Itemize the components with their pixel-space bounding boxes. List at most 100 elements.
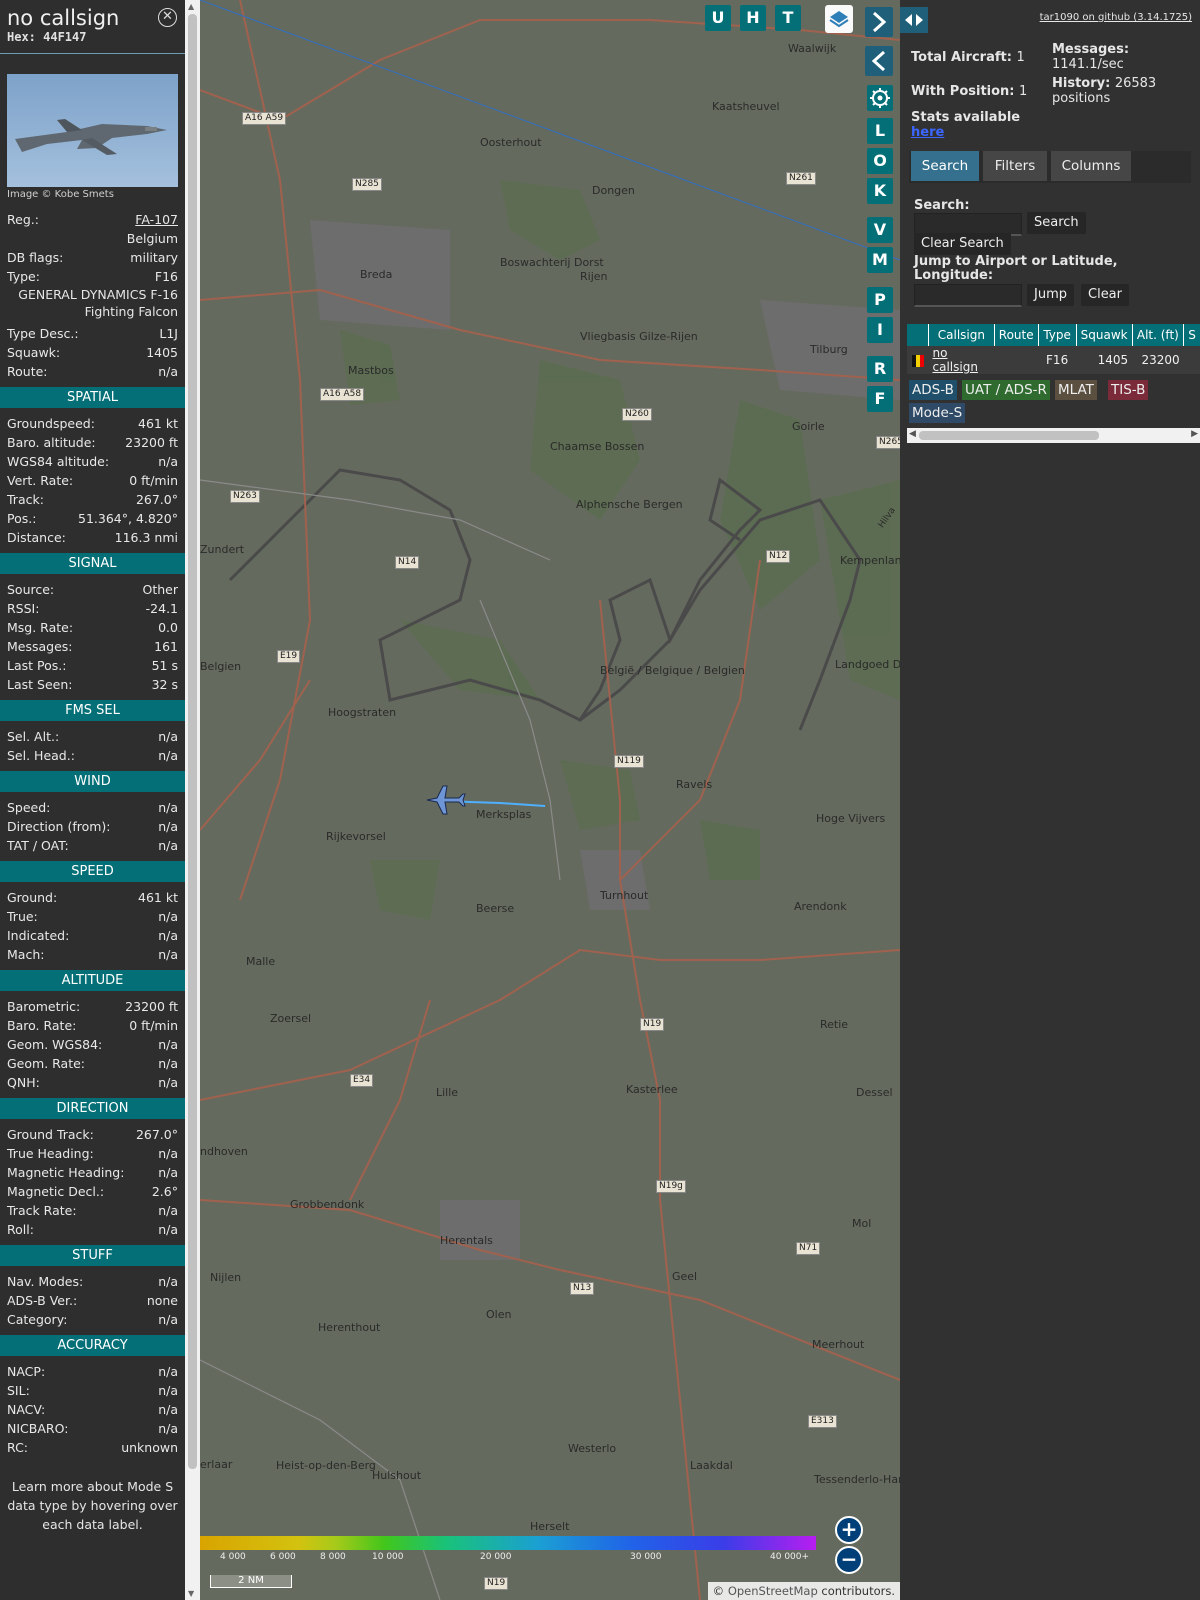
info-value: none [146,1293,178,1308]
scroll-left-icon[interactable]: ◀ [909,429,916,439]
map-button-o[interactable]: O [867,148,893,174]
info-row-mach: Mach: n/a [0,945,185,964]
col-altitude[interactable]: Alt. (ft) [1132,324,1185,346]
map-button-v[interactable]: V [867,217,893,243]
map-place-zoersel: Zoersel [270,1012,312,1025]
info-label: Track Rate: [7,1203,77,1218]
scroll-up-icon[interactable]: ▲ [188,2,194,11]
info-value: 2.6° [151,1184,178,1199]
info-row-rc: RC: unknown [0,1438,185,1457]
scroll-down-icon[interactable]: ▼ [188,1589,194,1598]
map-place-turnhout: Turnhout [600,889,649,902]
info-row-true: True: n/a [0,907,185,926]
info-value: -24.1 [145,601,178,616]
messages-rate: 1141.1/sec [1052,57,1124,72]
info-label: SIL: [7,1383,30,1398]
table-row[interactable]: no callsign F16 1405 23200 [907,346,1200,374]
selected-callsign: no callsign [7,6,120,30]
map-place-tessenderlo-ham: Tessenderlo-Ham [814,1473,900,1486]
info-label: ADS-B Ver.: [7,1293,78,1308]
info-row-type-desc: Type Desc.: L1J [0,324,185,343]
toolbar-button-t[interactable]: T [775,5,801,31]
scroll-right-icon[interactable]: ▶ [1191,429,1198,439]
col-flag[interactable] [907,324,929,346]
tab-columns[interactable]: Columns [1051,151,1131,181]
expand-arrows-button[interactable] [900,7,928,33]
info-label: Groundspeed: [7,416,95,431]
expand-right-button[interactable] [865,7,893,37]
info-row-sil: SIL: n/a [0,1381,185,1400]
map-place-mol: Mol [852,1217,872,1230]
table-scrollbar[interactable]: ◀ ▶ [907,428,1200,443]
info-value: 23200 ft [125,435,178,450]
zoom-out-button[interactable]: − [835,1546,863,1574]
map-place-retie: Retie [820,1018,849,1031]
clear-button[interactable]: Clear [1081,284,1129,306]
map-button-l[interactable]: L [867,118,893,144]
search-button[interactable]: Search [1027,212,1086,234]
road-sign-e19: E19 [277,650,301,663]
map-button-m[interactable]: M [867,247,893,273]
jump-input[interactable] [914,284,1022,307]
collapse-left-button[interactable] [865,46,893,76]
registration-link[interactable]: FA-107 [135,210,178,229]
github-link[interactable]: tar1090 on github (3.14.1725) [1040,12,1192,23]
info-label: True: [7,909,38,924]
map-view[interactable]: Waalwijk Kaatsheuvel Oosterhout Dongen Breda… [200,0,900,1600]
info-label: Type: [7,269,40,284]
info-label: Msg. Rate: [7,620,74,635]
table-scroll-thumb[interactable] [919,431,1099,440]
tab-search[interactable]: Search [911,151,979,181]
row-callsign[interactable]: no callsign [928,346,995,374]
col-speed[interactable]: S [1183,324,1200,346]
col-squawk[interactable]: Squawk [1076,324,1133,346]
section-header-wind: WIND [0,771,185,792]
road-sign-n14: N14 [395,556,420,569]
info-value: L1J [159,326,178,341]
toolbar-button-u[interactable]: U [705,5,731,31]
aircraft-marker-icon[interactable] [426,785,466,815]
col-type[interactable]: Type [1038,324,1077,346]
settings-button[interactable] [867,85,893,111]
col-callsign[interactable]: Callsign [928,324,995,346]
stats-link[interactable]: here [911,125,944,140]
map-button-r[interactable]: R [867,356,893,382]
aircraft-photo[interactable] [7,74,178,187]
info-value: Belgium [126,231,178,246]
info-scrollbar[interactable]: ▲ ▼ [185,0,200,1600]
info-row-vert-rate: Vert. Rate: 0 ft/min [0,471,185,490]
aircraft-info-panel: no callsign Hex: 44F147 ✕ Image © Kobe S… [0,0,185,1600]
with-position-label: With Position: [911,84,1015,99]
map-place-laakdal: Laakdal [690,1459,733,1472]
close-icon[interactable]: ✕ [158,8,177,27]
info-label: Track: [7,492,44,507]
map-button-f[interactable]: F [867,386,893,412]
info-row-groundspeed: Groundspeed: 461 kt [0,414,185,433]
info-value: n/a [158,1364,178,1379]
aircraft-table: Callsign Route Type Squawk Alt. (ft) S n… [907,324,1200,374]
info-value: 267.0° [135,1127,178,1142]
map-button-p[interactable]: P [867,287,893,313]
road-sign-n260: N260 [622,408,652,421]
zoom-in-button[interactable]: + [835,1516,863,1544]
history-label: History: [1052,76,1111,91]
info-label: Direction (from): [7,819,111,834]
map-place-herselt: Herselt [530,1520,570,1533]
clear-search-button[interactable]: Clear Search [914,233,1011,255]
stats-available: Stats available here [911,110,1020,140]
scroll-thumb[interactable] [188,14,197,1469]
info-value: n/a [158,928,178,943]
tab-filters[interactable]: Filters [983,151,1047,181]
layers-button[interactable] [825,5,853,33]
col-route[interactable]: Route [994,324,1039,346]
info-label: Baro. Rate: [7,1018,77,1033]
info-label: Source: [7,582,55,597]
map-button-i[interactable]: I [867,317,893,343]
map-button-k[interactable]: K [867,178,893,204]
toolbar-button-h[interactable]: H [740,5,766,31]
jump-button[interactable]: Jump [1027,284,1074,306]
info-row-ads-b-ver: ADS-B Ver.: none [0,1291,185,1310]
info-label: Indicated: [7,928,70,943]
osm-link[interactable]: OpenStreetMap [728,1584,818,1598]
info-value: n/a [158,838,178,853]
